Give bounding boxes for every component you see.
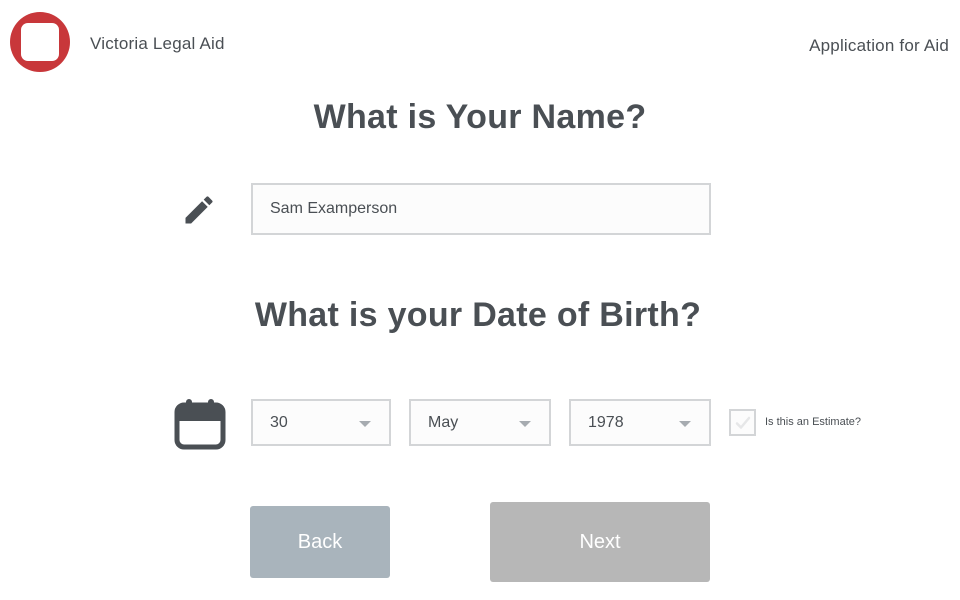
organisation-name: Victoria Legal Aid <box>90 34 225 53</box>
logo-mark <box>21 23 59 61</box>
dob-month-select[interactable]: May <box>409 399 551 446</box>
dob-year-value: 1978 <box>588 414 624 431</box>
chevron-down-icon <box>519 421 531 427</box>
application-page: Victoria Legal Aid Application for Aid W… <box>0 0 960 600</box>
dob-month-value: May <box>428 414 459 431</box>
dob-year-select[interactable]: 1978 <box>569 399 711 446</box>
back-button[interactable]: Back <box>250 506 390 578</box>
checkmark-icon <box>735 416 751 429</box>
dob-day-value: 30 <box>270 414 288 431</box>
chevron-down-icon <box>679 421 691 427</box>
name-heading: What is Your Name? <box>313 98 647 136</box>
full-name-input[interactable] <box>251 183 711 235</box>
dob-day-select[interactable]: 30 <box>251 399 391 446</box>
next-button[interactable]: Next <box>490 502 710 582</box>
chevron-down-icon <box>359 421 371 427</box>
pencil-icon <box>181 192 217 228</box>
dob-heading: What is your Date of Birth? <box>254 296 702 334</box>
application-title: Application for Aid <box>809 36 949 55</box>
calendar-icon <box>172 396 228 452</box>
estimate-label: Is this an Estimate? <box>765 416 861 428</box>
vla-logo <box>10 12 70 72</box>
estimate-checkbox[interactable] <box>729 409 756 436</box>
